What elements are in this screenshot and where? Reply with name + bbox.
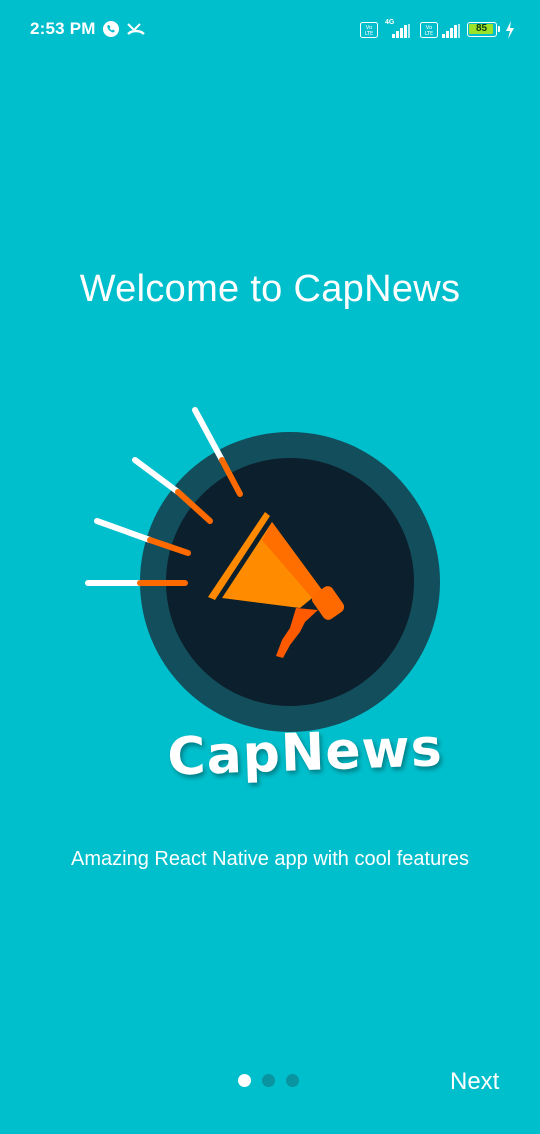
status-bar: 2:53 PM Vo LTE 4G Vo LTE 85 <box>0 0 540 60</box>
volte-icon-secondary: Vo LTE <box>420 22 438 38</box>
status-time: 2:53 PM <box>30 19 96 38</box>
svg-text:LTE: LTE <box>425 31 433 37</box>
signal-strength-icon-secondary <box>442 24 460 38</box>
battery-level: 85 <box>475 23 488 34</box>
battery-icon: 85 <box>467 22 500 37</box>
pagination-dot-3[interactable] <box>286 1074 299 1087</box>
signal-strength-icon <box>392 24 410 38</box>
charging-icon <box>506 21 514 39</box>
pagination-dots <box>238 1074 299 1087</box>
pagination-dot-2[interactable] <box>262 1074 275 1087</box>
svg-text:LTE: LTE <box>365 31 373 37</box>
next-button[interactable]: Next <box>450 1068 499 1096</box>
volte-icon: Vo LTE <box>360 22 378 38</box>
whatsapp-icon <box>103 21 119 37</box>
pagination-dot-1[interactable] <box>238 1074 251 1087</box>
welcome-title: Welcome to CapNews <box>79 268 461 310</box>
tagline: Amazing React Native app with cool featu… <box>71 848 469 870</box>
missed-call-icon <box>127 23 145 35</box>
